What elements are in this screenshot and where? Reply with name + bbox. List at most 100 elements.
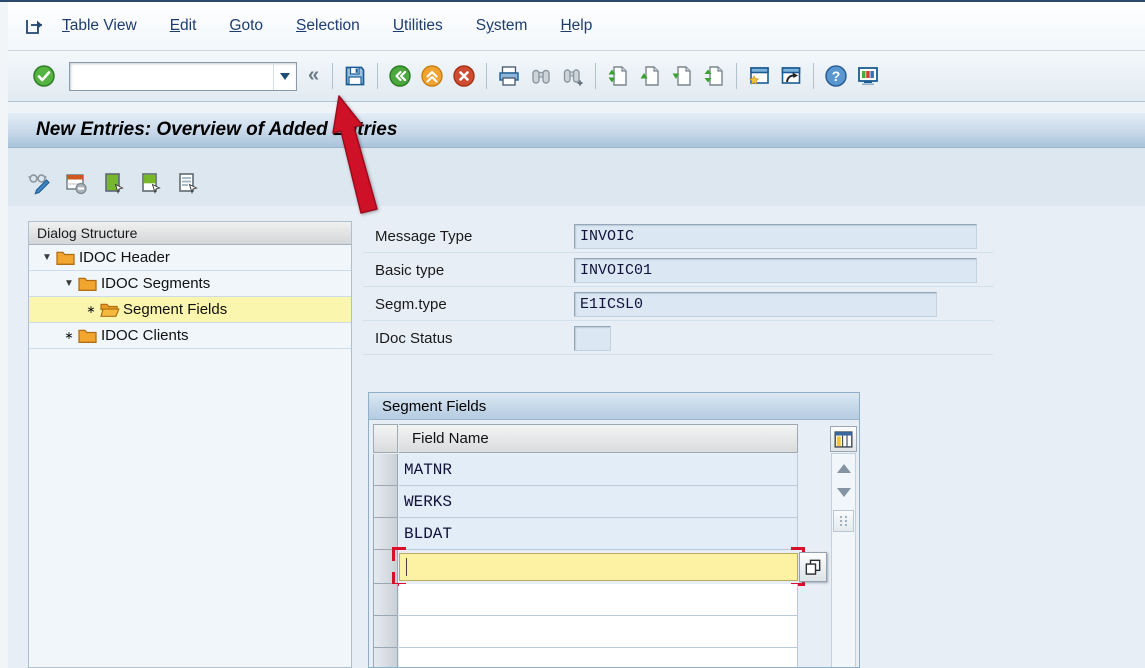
multiple-entry-button[interactable] xyxy=(799,552,827,582)
field-name-cell[interactable]: BLDAT xyxy=(399,518,798,550)
tree-node-idoc-clients[interactable]: ∗IDOC Clients xyxy=(29,323,351,349)
field-name-cell[interactable] xyxy=(399,616,798,648)
toolbar-separator xyxy=(595,63,596,89)
scroll-up-icon[interactable] xyxy=(837,464,851,473)
column-header-field-name[interactable]: Field Name xyxy=(399,424,798,453)
system-toolbar: « xyxy=(8,51,1145,102)
create-shortcut-button[interactable] xyxy=(776,61,806,91)
dialog-structure-header: Dialog Structure xyxy=(29,222,351,245)
print-button[interactable] xyxy=(494,61,524,91)
cancel-button[interactable] xyxy=(449,61,479,91)
tree-node-idoc-header[interactable]: ▼IDOC Header xyxy=(29,245,351,271)
delete-row-button[interactable] xyxy=(61,168,91,198)
field-input-message-type[interactable]: INVOIC xyxy=(574,224,977,249)
help-button[interactable] xyxy=(821,61,851,91)
form-row-separator xyxy=(363,354,993,355)
select-all-rows-header[interactable] xyxy=(373,424,398,453)
menu-exit-icon[interactable] xyxy=(20,11,50,41)
tree-node-idoc-segments[interactable]: ▼IDOC Segments xyxy=(29,271,351,297)
save-icon xyxy=(343,64,367,88)
tree-node-segment-fields[interactable]: ∗Segment Fields xyxy=(29,297,351,323)
deselect-all-button[interactable] xyxy=(172,168,202,198)
enter-button[interactable] xyxy=(29,61,59,91)
last-page-button[interactable] xyxy=(699,61,729,91)
previous-page-button[interactable] xyxy=(635,61,665,91)
menu-goto[interactable]: Goto xyxy=(229,17,263,35)
command-field[interactable] xyxy=(69,62,297,91)
next-page-button[interactable] xyxy=(667,61,697,91)
table-row-empty xyxy=(373,584,823,616)
exit-icon xyxy=(420,64,444,88)
field-input-basic-type[interactable]: INVOIC01 xyxy=(574,258,977,283)
expander-icon[interactable]: ▼ xyxy=(63,278,75,289)
toolbar-gap xyxy=(8,102,1145,112)
field-name-cell[interactable]: WERKS xyxy=(399,486,798,518)
scroll-down-icon[interactable] xyxy=(837,488,851,497)
table-config-icon[interactable] xyxy=(830,426,857,452)
focus-corner-marker xyxy=(392,547,406,561)
folder-closed-icon xyxy=(77,275,98,292)
previous-page-icon xyxy=(638,64,662,88)
help-icon xyxy=(824,64,848,88)
menu-help[interactable]: Help xyxy=(560,17,592,35)
table-row: WERKS xyxy=(373,486,823,518)
field-label-basic-type: Basic type xyxy=(375,258,444,284)
expander-icon[interactable]: ▼ xyxy=(41,252,53,263)
field-name-cell[interactable] xyxy=(399,584,798,616)
first-page-icon xyxy=(606,64,630,88)
collapse-toolbar-icon[interactable]: « xyxy=(308,65,319,85)
menu-selection[interactable]: Selection xyxy=(296,17,360,35)
active-cell-input[interactable] xyxy=(399,553,798,581)
row-selector[interactable] xyxy=(373,454,398,486)
folder-closed-icon xyxy=(77,327,98,344)
select-all-button[interactable] xyxy=(98,168,128,198)
first-page-button[interactable] xyxy=(603,61,633,91)
title-bar: New Entries: Overview of Added Entries xyxy=(8,112,1145,148)
new-session-button[interactable] xyxy=(744,61,774,91)
table-row: MATNR xyxy=(373,454,823,486)
scrollbar-thumb[interactable] xyxy=(833,510,854,532)
row-selector[interactable] xyxy=(373,616,398,648)
field-name-cell[interactable]: MATNR xyxy=(399,454,798,486)
field-name-cell[interactable] xyxy=(399,648,798,668)
menu-edit[interactable]: Edit xyxy=(170,17,197,35)
field-input-segm-type[interactable]: E1ICSL0 xyxy=(574,292,937,317)
exit-button[interactable] xyxy=(417,61,447,91)
menu-system[interactable]: System xyxy=(476,17,528,35)
row-selector[interactable] xyxy=(373,584,398,616)
table-scrollbar[interactable] xyxy=(831,453,856,668)
page-title: New Entries: Overview of Added Entries xyxy=(36,119,397,141)
row-selector[interactable] xyxy=(373,648,398,668)
back-button[interactable] xyxy=(385,61,415,91)
field-input-idoc-status[interactable] xyxy=(574,326,611,351)
menu-bar: Table View Edit Goto Selection Utilities Syst… xyxy=(8,2,1145,51)
find-next-icon xyxy=(561,64,585,88)
field-value: INVOIC01 xyxy=(580,262,652,279)
folder-closed-icon xyxy=(55,249,76,266)
row-selector[interactable] xyxy=(373,518,398,550)
table-row-active xyxy=(373,550,823,584)
cell-text: WERKS xyxy=(404,493,452,511)
create-shortcut-icon xyxy=(779,64,803,88)
save-button[interactable] xyxy=(340,61,370,91)
command-input[interactable] xyxy=(70,63,273,90)
segment-fields-groupbox: Segment Fields Field Name MATNRWERKSBLDA… xyxy=(368,392,860,668)
menu-table-view[interactable]: Table View xyxy=(62,17,137,35)
find-next-button[interactable] xyxy=(558,61,588,91)
toolbar-separator xyxy=(332,63,333,89)
content-area: Dialog Structure ▼IDOC Header▼IDOC Segme… xyxy=(8,206,1145,668)
delete-row-icon xyxy=(64,171,88,195)
toolbar-separator xyxy=(736,63,737,89)
menu-utilities[interactable]: Utilities xyxy=(393,17,443,35)
row-selector[interactable] xyxy=(373,486,398,518)
deselect-all-icon xyxy=(175,171,199,195)
command-dropdown-button[interactable] xyxy=(273,63,296,90)
customize-layout-button[interactable] xyxy=(853,61,883,91)
select-block-button[interactable] xyxy=(135,168,165,198)
toolbar-separator xyxy=(377,63,378,89)
display-change-button[interactable] xyxy=(24,168,54,198)
application-toolbar xyxy=(8,148,1145,206)
field-label-message-type: Message Type xyxy=(375,224,472,250)
find-button[interactable] xyxy=(526,61,556,91)
field-label-segm-type: Segm.type xyxy=(375,292,447,318)
